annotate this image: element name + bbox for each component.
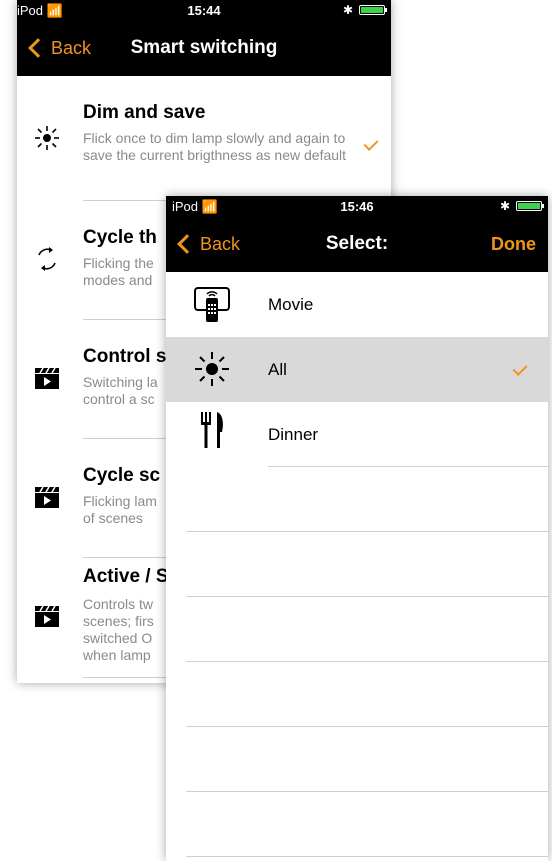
list-item-dim-and-save[interactable]: Dim and save Flick once to dim lamp slow… <box>17 76 391 200</box>
status-time: 15:46 <box>340 199 374 214</box>
checkmark-icon <box>363 136 379 151</box>
bluetooth-icon: ✱ <box>499 199 510 213</box>
page-title: Smart switching <box>130 37 278 58</box>
item-description: Flicking the modes and <box>83 255 154 288</box>
clapperboard-icon <box>31 481 63 513</box>
status-bar: iPod 📶 15:44 ✱ <box>17 0 391 20</box>
sun-icon <box>31 122 63 154</box>
done-button[interactable]: Done <box>491 216 536 272</box>
option-label: Movie <box>268 295 314 314</box>
battery-icon <box>516 201 544 211</box>
option-dinner[interactable]: Dinner <box>166 402 548 467</box>
select-scene-screen: iPod 📶 15:46 ✱ Back Select: Done Movie A… <box>166 196 548 861</box>
bluetooth-icon: ✱ <box>342 3 353 17</box>
item-title: Active / S <box>83 566 169 587</box>
status-bar: iPod 📶 15:46 ✱ <box>166 196 548 216</box>
tv-remote-icon <box>192 284 232 324</box>
item-title: Cycle sc <box>83 465 161 486</box>
item-description: Controls tw scenes; firs switched O when… <box>83 596 154 663</box>
status-time: 15:44 <box>187 3 221 18</box>
cycle-arrows-icon <box>31 243 63 275</box>
option-all[interactable]: All <box>166 337 548 402</box>
option-label: All <box>268 360 287 379</box>
clapperboard-icon <box>31 600 63 632</box>
item-title: Control s <box>83 346 167 367</box>
clapperboard-icon <box>31 362 63 394</box>
item-description: Flicking lam of scenes <box>83 493 157 526</box>
item-title: Cycle th <box>83 227 157 248</box>
navigation-bar: Back Smart switching <box>17 20 391 76</box>
fork-knife-icon <box>192 410 232 450</box>
checkmark-icon <box>512 361 528 376</box>
option-movie[interactable]: Movie <box>166 272 548 337</box>
item-description: Switching la control a sc <box>83 374 158 407</box>
option-label: Dinner <box>268 425 319 444</box>
battery-icon <box>359 5 387 15</box>
navigation-bar: Back Select: Done <box>166 216 548 272</box>
sun-icon <box>192 349 232 389</box>
item-description: Flick once to dim lamp slowly and again … <box>83 130 347 163</box>
item-title: Dim and save <box>83 102 206 123</box>
